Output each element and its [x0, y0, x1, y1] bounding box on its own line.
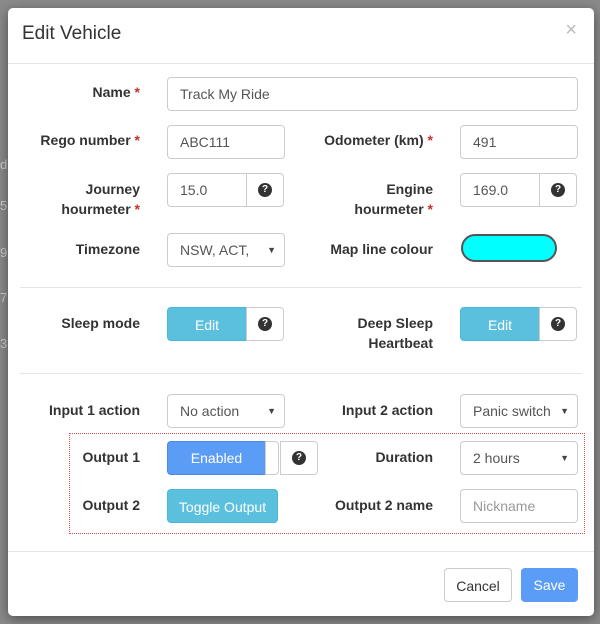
toggle-output-button[interactable]: Toggle Output — [167, 489, 278, 523]
journey-hourmeter-label: Journey hourmeter * — [61, 181, 140, 217]
backdrop-text: 9 — [0, 245, 8, 260]
output1-toggle-label: Enabled — [190, 450, 243, 466]
output2-label: Output 2 — [82, 497, 140, 513]
name-label: Name * — [92, 84, 140, 100]
output1-toggle[interactable]: Enabled — [167, 441, 279, 475]
save-button[interactable]: Save — [521, 568, 578, 602]
deep-sleep-edit-button[interactable]: Edit — [460, 307, 540, 341]
journey-help-button[interactable]: ? — [246, 173, 284, 207]
divider — [20, 373, 582, 374]
footer-divider — [8, 551, 594, 552]
duration-select[interactable]: 2 hours ▼ — [460, 441, 578, 475]
deep-sleep-help-button[interactable]: ? — [539, 307, 577, 341]
divider — [20, 287, 582, 288]
output2-name-input[interactable]: Nickname — [460, 489, 578, 523]
toggle-knob[interactable] — [265, 441, 279, 475]
caret-down-icon: ▼ — [267, 245, 276, 255]
input2-action-select[interactable]: Panic switch ▼ — [460, 394, 578, 428]
engine-hourmeter-input[interactable]: 169.0 — [460, 173, 540, 207]
backdrop-text: d — [0, 157, 8, 172]
odometer-input[interactable]: 491 — [460, 125, 578, 159]
edit-vehicle-modal: Edit Vehicle × Name * Track My Ride Rego… — [8, 8, 594, 616]
output1-label: Output 1 — [82, 449, 140, 465]
timezone-label: Timezone — [75, 241, 140, 257]
caret-down-icon: ▼ — [560, 453, 569, 463]
input2-action-value: Panic switch — [473, 403, 551, 419]
engine-help-button[interactable]: ? — [539, 173, 577, 207]
input1-action-label: Input 1 action — [49, 402, 140, 418]
cancel-button[interactable]: Cancel — [444, 568, 512, 602]
question-circle-icon: ? — [258, 183, 272, 197]
sleep-mode-label: Sleep mode — [61, 315, 140, 331]
input1-action-value: No action — [180, 403, 240, 419]
name-input[interactable]: Track My Ride — [167, 77, 578, 111]
duration-value: 2 hours — [473, 450, 520, 466]
sleep-mode-edit-button[interactable]: Edit — [167, 307, 247, 341]
timezone-select[interactable]: NSW, ACT, ▼ — [167, 233, 285, 267]
map-line-colour-swatch[interactable] — [461, 234, 557, 262]
journey-hourmeter-input[interactable]: 15.0 — [167, 173, 247, 207]
deep-sleep-label: Deep Sleep Heartbeat — [357, 315, 433, 351]
sleep-mode-help-button[interactable]: ? — [246, 307, 284, 341]
question-circle-icon: ? — [258, 317, 272, 331]
modal-title: Edit Vehicle — [22, 23, 122, 44]
timezone-value: NSW, ACT, — [180, 242, 250, 258]
question-circle-icon: ? — [551, 183, 565, 197]
input2-action-label: Input 2 action — [342, 402, 433, 418]
question-circle-icon: ? — [551, 317, 565, 331]
rego-label: Rego number * — [40, 132, 140, 148]
engine-hourmeter-label: Engine hourmeter * — [354, 181, 433, 217]
modal-header: Edit Vehicle × — [8, 8, 594, 64]
output2-name-label: Output 2 name — [334, 497, 433, 513]
caret-down-icon: ▼ — [267, 406, 276, 416]
duration-label: Duration — [375, 449, 433, 465]
question-circle-icon: ? — [292, 451, 306, 465]
odometer-label: Odometer (km) * — [324, 132, 433, 148]
close-icon[interactable]: × — [565, 20, 577, 40]
output1-help-button[interactable]: ? — [280, 441, 318, 475]
input1-action-select[interactable]: No action ▼ — [167, 394, 285, 428]
caret-down-icon: ▼ — [560, 406, 569, 416]
map-line-colour-label: Map line colour — [330, 241, 433, 257]
rego-input[interactable]: ABC111 — [167, 125, 285, 159]
